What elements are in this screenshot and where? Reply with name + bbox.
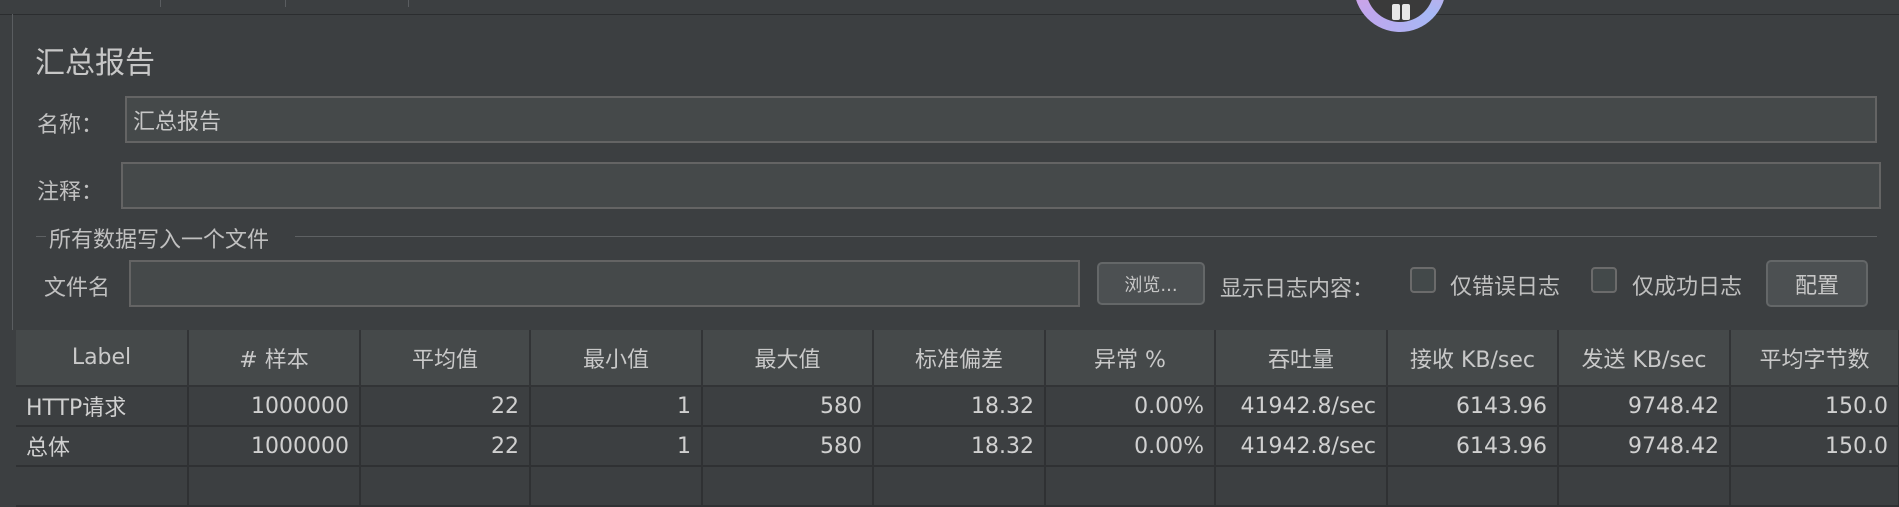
table-cell: 0.00%: [1045, 386, 1216, 427]
tab-separator: [408, 0, 409, 7]
summary-table: Label # 样本 平均值 最小值 最大值 标准偏差 异常 % 吞吐量 接收 …: [16, 330, 1899, 507]
table-cell-empty: [188, 466, 361, 507]
column-header-sent-kb[interactable]: 发送 KB/sec: [1558, 330, 1731, 387]
table-cell: 总体: [16, 426, 189, 467]
config-button[interactable]: 配置: [1766, 260, 1868, 307]
table-cell: 1000000: [188, 426, 361, 467]
table-cell: 41942.8/sec: [1215, 386, 1388, 427]
table-cell-empty: [1045, 466, 1216, 507]
table-cell: 18.32: [873, 386, 1046, 427]
table-row[interactable]: HTTP请求 1000000 22 1 580 18.32 0.00% 4194…: [16, 386, 1899, 427]
table-cell-empty: [1730, 466, 1899, 507]
table-cell: 6143.96: [1387, 386, 1559, 427]
column-header-label[interactable]: Label: [16, 330, 189, 387]
table-cell: HTTP请求: [16, 386, 189, 427]
table-cell: 1: [530, 426, 703, 467]
group-border: [295, 236, 1877, 237]
table-cell: 18.32: [873, 426, 1046, 467]
panel-title: 汇总报告: [35, 46, 155, 81]
group-border: [36, 236, 46, 237]
success-only-label: 仅成功日志: [1632, 275, 1743, 300]
table-row[interactable]: 总体 1000000 22 1 580 18.32 0.00% 41942.8/…: [16, 426, 1899, 467]
table-cell: 580: [702, 426, 874, 467]
filename-label: 文件名: [44, 276, 111, 301]
success-only-checkbox[interactable]: [1591, 267, 1617, 293]
tab-separator: [160, 0, 161, 7]
column-header-average[interactable]: 平均值: [360, 330, 531, 387]
user-avatar-icon[interactable]: [1354, 0, 1446, 32]
tab-separator: [285, 0, 286, 7]
browse-button[interactable]: 浏览...: [1097, 262, 1205, 305]
name-field[interactable]: [125, 96, 1877, 143]
log-display-label: 显示日志内容：: [1220, 277, 1375, 302]
table-cell: 9748.42: [1558, 386, 1731, 427]
column-header-error-pct[interactable]: 异常 %: [1045, 330, 1216, 387]
file-group-title: 所有数据写入一个文件: [46, 222, 273, 254]
table-cell: 6143.96: [1387, 426, 1559, 467]
top-tab-strip: [0, 0, 1899, 15]
comment-label: 注释：: [37, 180, 104, 205]
avatar-glyph: [1392, 4, 1400, 20]
column-header-std-dev[interactable]: 标准偏差: [873, 330, 1046, 387]
table-cell: 150.0: [1730, 426, 1899, 467]
table-cell: 22: [360, 386, 531, 427]
column-header-samples[interactable]: # 样本: [188, 330, 361, 387]
column-header-throughput[interactable]: 吞吐量: [1215, 330, 1388, 387]
table-cell: 1: [530, 386, 703, 427]
avatar-inner: [1366, 0, 1434, 22]
table-cell-empty: [1558, 466, 1731, 507]
table-cell: 580: [702, 386, 874, 427]
left-border: [12, 14, 13, 330]
column-header-min[interactable]: 最小值: [530, 330, 703, 387]
column-header-received-kb[interactable]: 接收 KB/sec: [1387, 330, 1559, 387]
browse-button-label: 浏览...: [1124, 274, 1178, 296]
table-cell: 1000000: [188, 386, 361, 427]
errors-only-label: 仅错误日志: [1450, 275, 1561, 300]
avatar-glyph: [1402, 4, 1410, 20]
config-button-label: 配置: [1794, 273, 1839, 299]
filename-field[interactable]: [129, 260, 1080, 307]
table-cell: 9748.42: [1558, 426, 1731, 467]
table-cell: 150.0: [1730, 386, 1899, 427]
name-label: 名称：: [37, 113, 104, 138]
comment-field[interactable]: [121, 162, 1881, 209]
column-header-avg-bytes[interactable]: 平均字节数: [1730, 330, 1899, 387]
errors-only-checkbox[interactable]: [1410, 267, 1436, 293]
table-cell-empty: [1215, 466, 1388, 507]
table-cell-empty: [702, 466, 874, 507]
table-cell: 41942.8/sec: [1215, 426, 1388, 467]
column-header-max[interactable]: 最大值: [702, 330, 874, 387]
table-cell-empty: [873, 466, 1046, 507]
table-header-row: Label # 样本 平均值 最小值 最大值 标准偏差 异常 % 吞吐量 接收 …: [16, 330, 1899, 387]
table-cell: 0.00%: [1045, 426, 1216, 467]
table-cell-empty: [530, 466, 703, 507]
table-cell-empty: [1387, 466, 1559, 507]
table-cell-empty: [16, 466, 189, 507]
table-cell: 22: [360, 426, 531, 467]
table-cell-empty: [360, 466, 531, 507]
table-row-empty: [16, 466, 1899, 507]
